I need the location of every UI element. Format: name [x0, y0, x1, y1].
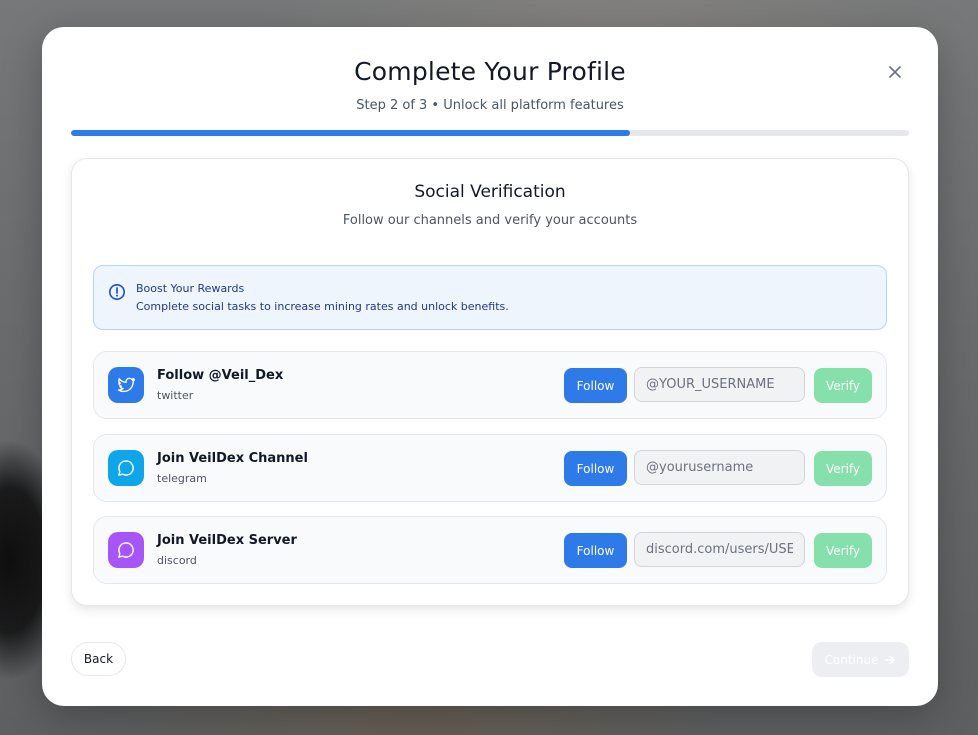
follow-button-discord[interactable]: Follow [564, 533, 627, 568]
info-title: Boost Your Rewards [136, 282, 245, 295]
discord-profile-input[interactable] [634, 532, 805, 567]
task-platform: twitter [157, 389, 194, 402]
task-platform: discord [157, 554, 197, 567]
verify-button-discord[interactable]: Verify [814, 533, 872, 568]
task-title: Join VeilDex Server [157, 533, 297, 548]
back-button[interactable]: Back [71, 642, 126, 676]
task-platform: telegram [157, 472, 207, 485]
twitter-badge [108, 367, 144, 403]
section-subtitle: Follow our channels and verify your acco… [342, 213, 638, 228]
continue-label: Continue [824, 652, 879, 667]
progress-fill [71, 130, 630, 136]
twitter-icon [117, 377, 135, 393]
info-text: Complete social tasks to increase mining… [136, 300, 509, 313]
verify-button-twitter[interactable]: Verify [814, 368, 872, 403]
task-row-discord: Join VeilDex Server discord Follow Verif… [93, 516, 887, 584]
chat-bubble-icon [118, 542, 134, 558]
discord-badge [108, 532, 144, 568]
modal-subtitle: Step 2 of 3 • Unlock all platform featur… [356, 98, 624, 113]
info-banner: Boost Your Rewards Complete social tasks… [93, 265, 887, 330]
task-title: Join VeilDex Channel [157, 451, 308, 466]
follow-button-telegram[interactable]: Follow [564, 451, 627, 486]
progress-bar [71, 130, 909, 136]
telegram-username-input[interactable] [634, 450, 805, 485]
task-title: Follow @Veil_Dex [157, 368, 284, 383]
chat-bubble-icon [118, 460, 134, 476]
verify-button-telegram[interactable]: Verify [814, 451, 872, 486]
profile-modal: Complete Your Profile Step 2 of 3 • Unlo… [42, 27, 938, 706]
modal-title: Complete Your Profile [354, 57, 626, 86]
arrow-right-icon [885, 655, 896, 664]
twitter-username-input[interactable] [634, 367, 805, 402]
alert-circle-icon [109, 284, 125, 300]
task-row-twitter: Follow @Veil_Dex twitter Follow Verify [93, 351, 887, 419]
section-title: Social Verification [414, 182, 566, 202]
telegram-badge [108, 450, 144, 486]
task-row-telegram: Join VeilDex Channel telegram Follow Ver… [93, 434, 887, 502]
follow-button-twitter[interactable]: Follow [564, 368, 627, 403]
social-verification-card: Social Verification Follow our channels … [71, 158, 909, 606]
continue-button[interactable]: Continue [812, 642, 909, 677]
